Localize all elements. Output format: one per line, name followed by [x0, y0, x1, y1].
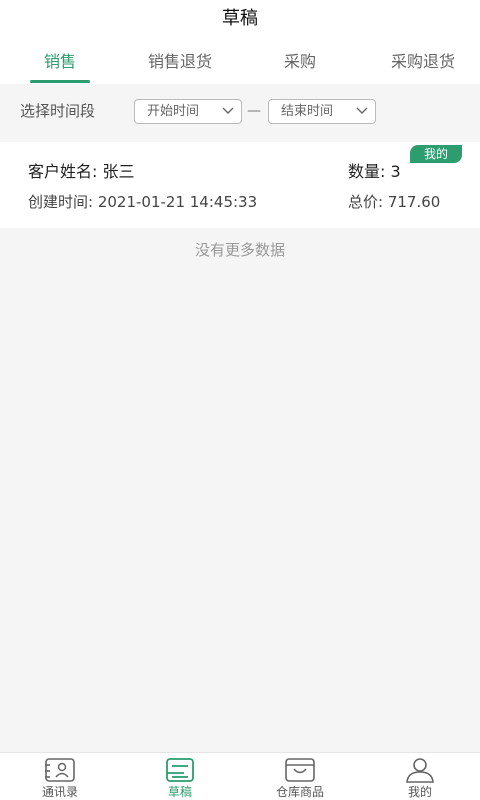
nav-contacts[interactable]: 通讯录: [0, 753, 120, 800]
end-time-text: 结束时间: [281, 104, 334, 119]
nav-warehouse-label: 仓库商品: [275, 785, 324, 799]
end-time-select[interactable]: 结束时间: [268, 99, 376, 124]
drafts-icon: [166, 758, 194, 782]
tab-bar: 销售 销售退货 采购 采购退货: [0, 44, 480, 84]
total-price: 总价: 717.60: [348, 193, 441, 211]
chevron-down-icon: [356, 107, 368, 114]
created-time: 创建时间: 2021-01-21 14:45:33: [28, 193, 258, 211]
contacts-icon: [45, 758, 75, 782]
time-filter-bar: 选择时间段 开始时间 — 结束时间: [0, 90, 480, 132]
nav-contacts-label: 通讯录: [41, 785, 78, 799]
nav-drafts[interactable]: 草稿: [120, 753, 240, 800]
warehouse-icon: [285, 758, 315, 782]
nav-profile-label: 我的: [407, 785, 432, 799]
profile-icon: [406, 758, 434, 783]
no-more-data-text: 没有更多数据: [194, 241, 285, 259]
mine-badge: 我的: [410, 145, 462, 163]
tab-purchase[interactable]: 采购: [240, 44, 360, 84]
nav-drafts-label: 草稿: [167, 785, 192, 799]
nav-warehouse[interactable]: 仓库商品: [240, 753, 360, 800]
chevron-down-icon: [222, 107, 234, 114]
start-time-select[interactable]: 开始时间: [134, 99, 242, 124]
start-time-text: 开始时间: [147, 104, 200, 119]
time-filter-label: 选择时间段: [20, 102, 96, 120]
quantity: 数量: 3: [348, 162, 401, 181]
page-title: 草稿: [222, 8, 258, 29]
date-range-separator: —: [247, 103, 261, 119]
draft-record-card[interactable]: 我的 客户姓名: 张三 数量: 3 创建时间: 2021-01-21 14:45…: [0, 142, 480, 228]
app-header: 草稿 销售 销售退货 采购 采购退货: [0, 0, 480, 84]
active-tab-indicator: [30, 80, 90, 83]
tab-purchase-return[interactable]: 采购退货: [360, 44, 480, 84]
bottom-nav: 通讯录 草稿 仓库商品 我的: [0, 752, 480, 800]
tab-sales-return[interactable]: 销售退货: [120, 44, 240, 84]
customer-name: 客户姓名: 张三: [28, 162, 135, 181]
nav-profile[interactable]: 我的: [360, 753, 480, 800]
tab-sales[interactable]: 销售: [0, 44, 120, 84]
